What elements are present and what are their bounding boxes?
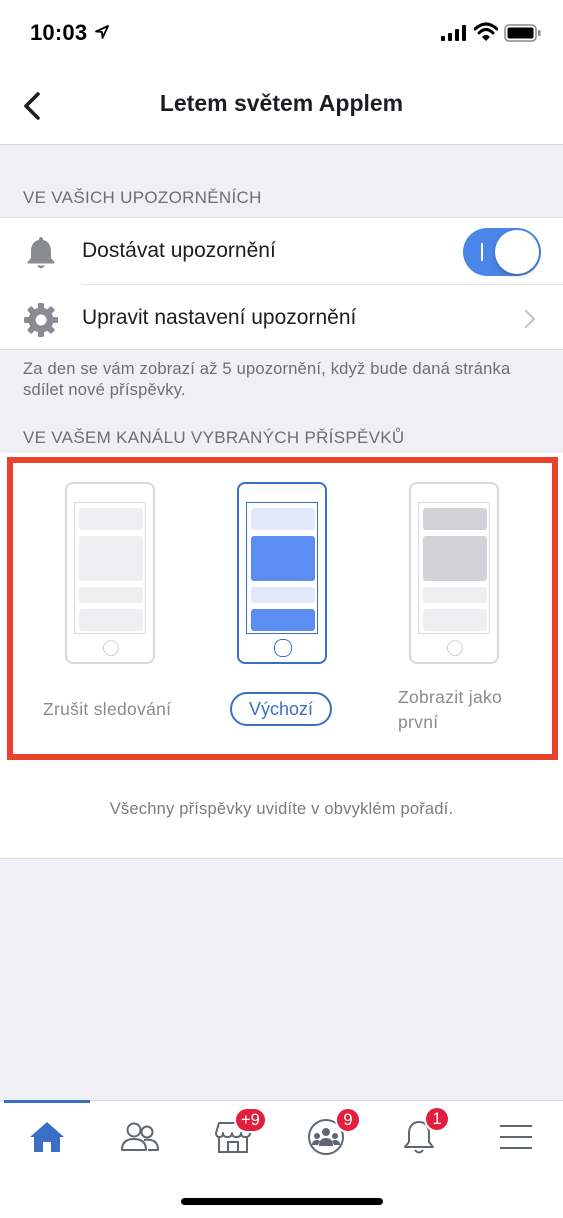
receive-notifications-label: Dostávat upozornění	[82, 239, 276, 262]
feed-block-highlighted	[423, 508, 487, 530]
default-option-pill[interactable]: Výchozí	[230, 692, 332, 726]
receive-notifications-row[interactable]: Dostávat upozornění	[0, 218, 563, 285]
gear-icon	[22, 301, 60, 339]
see-first-label: Zobrazit jako první	[398, 687, 503, 732]
phone-home-button	[103, 640, 119, 656]
navigation-bar: Letem světem Applem	[0, 66, 563, 145]
home-indicator	[181, 1198, 383, 1205]
feed-block-highlighted	[251, 609, 315, 631]
edit-notification-settings-label: Upravit nastavení upozornění	[82, 306, 357, 329]
feed-block	[423, 609, 487, 631]
status-time: 10:03	[30, 20, 88, 45]
unfollow-label: Zrušit sledování	[43, 699, 172, 719]
unfollow-option[interactable]: Zrušit sledování	[38, 453, 188, 753]
tab-menu[interactable]	[481, 1113, 551, 1161]
tab-friends[interactable]	[105, 1113, 175, 1161]
bell-icon	[22, 234, 60, 272]
feed-block-highlighted	[251, 536, 315, 581]
notifications-toggle[interactable]	[463, 228, 541, 276]
phone-illustration-see-first	[409, 482, 499, 664]
feed-block	[251, 508, 315, 530]
feed-block	[423, 587, 487, 603]
see-first-option[interactable]: Zobrazit jako první	[382, 453, 542, 753]
friends-icon	[121, 1122, 159, 1151]
edit-notification-settings-row[interactable]: Upravit nastavení upozornění	[0, 285, 563, 351]
phone-screen	[74, 502, 146, 634]
notifications-info-text: Za den se vám zobrazí až 5 upozornění, k…	[23, 360, 511, 399]
groups-badge: 9	[335, 1107, 361, 1133]
phone-screen	[246, 502, 318, 634]
phone-home-button	[274, 639, 292, 657]
cellular-signal-icon	[441, 25, 466, 41]
tab-notifications[interactable]: 1	[384, 1106, 454, 1161]
phone-home-button	[447, 640, 463, 656]
marketplace-badge: +9	[234, 1107, 267, 1133]
phone-illustration-default	[237, 482, 327, 664]
feed-block	[79, 508, 143, 530]
tab-marketplace[interactable]: +9	[198, 1107, 268, 1161]
status-bar: 10:03	[0, 0, 563, 66]
tab-home[interactable]	[12, 1113, 82, 1161]
notifications-section-header: VE VAŠICH UPOZORNĚNÍCH	[23, 188, 262, 207]
feed-block	[79, 609, 143, 631]
feed-preference-panel: Zrušit sledování Výchozí Zobrazit jako p	[0, 453, 563, 859]
battery-icon	[504, 24, 541, 42]
location-arrow-icon	[95, 25, 109, 39]
phone-illustration-unfollow	[65, 482, 155, 664]
page-title: Letem světem Applem	[159, 90, 404, 116]
menu-icon	[500, 1125, 532, 1149]
chevron-right-icon	[524, 309, 536, 329]
home-icon	[30, 1122, 64, 1152]
wifi-icon	[474, 22, 498, 41]
feed-section-header: VE VAŠEM KANÁLU VYBRANÝCH PŘÍSPĚVKŮ	[23, 428, 405, 447]
phone-screen	[418, 502, 490, 634]
toggle-knob	[495, 230, 539, 274]
feed-description: Všechny příspěvky uvidíte v obvyklém poř…	[109, 800, 454, 818]
toggle-on-mark	[481, 243, 483, 261]
feed-block	[251, 587, 315, 603]
feed-block-highlighted	[423, 536, 487, 581]
notification-settings-group: Dostávat upozornění Upravit nastavení up…	[0, 217, 563, 350]
active-tab-indicator	[4, 1100, 90, 1103]
notifications-badge: 1	[424, 1106, 450, 1132]
tab-groups[interactable]: 9	[291, 1107, 361, 1161]
feed-block	[79, 587, 143, 603]
feed-block	[79, 536, 143, 581]
